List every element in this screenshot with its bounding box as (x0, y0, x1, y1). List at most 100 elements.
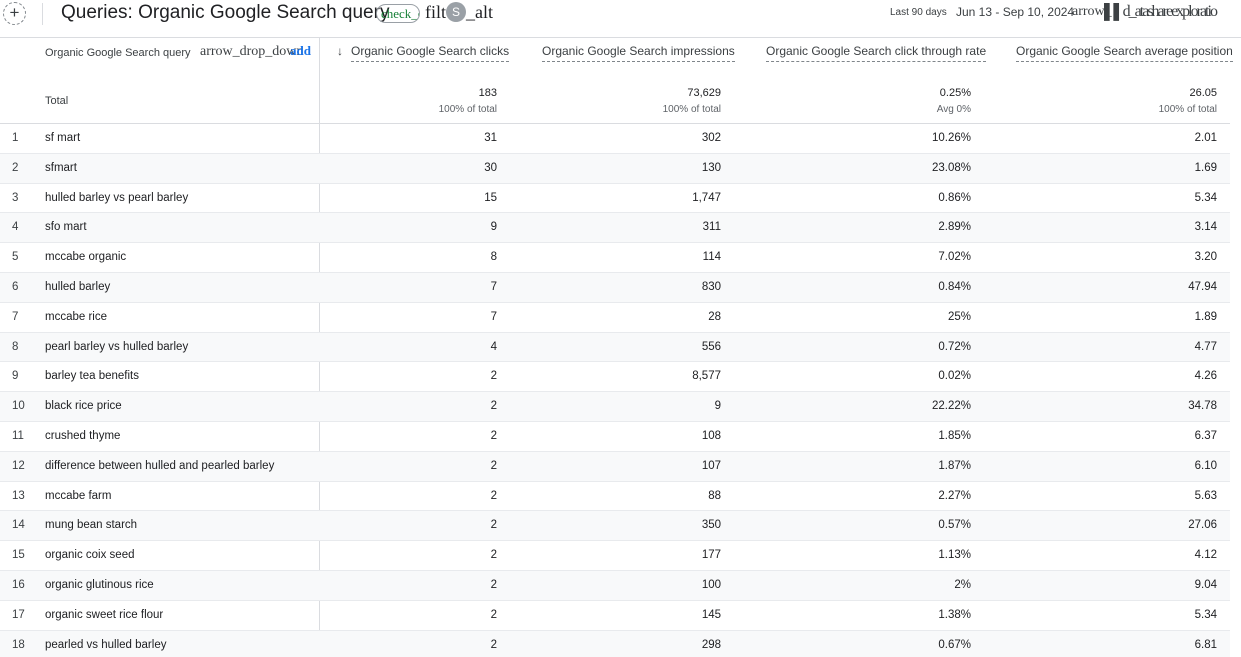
position-cell: 2.01 (1194, 132, 1217, 144)
position-cell: 4.77 (1194, 340, 1217, 353)
ctr-cell: 2.27% (938, 489, 971, 502)
position-cell: 3.20 (1194, 251, 1217, 264)
table-body: 1 sf mart 31 302 10.26% 2.01 2 sfmart 30 130 23.08… (0, 124, 1230, 657)
position-cell: 6.10 (1194, 459, 1217, 472)
impressions-cell: 830 (701, 280, 721, 293)
clicks-cell: 30 (484, 161, 497, 174)
ctr-cell: 10.26% (931, 132, 971, 144)
page-title: Queries: Organic Google Search query (61, 2, 390, 23)
impressions-cell: 108 (701, 429, 721, 442)
header-ctr[interactable]: Organic Google Search click through rate (766, 44, 987, 62)
clicks-cell: 2 (490, 549, 497, 562)
ctr-cell: 2.89% (938, 221, 971, 234)
ctr-cell: 22.22% (931, 400, 971, 413)
clicks-cell: 2 (490, 400, 497, 413)
row-index: 7 (12, 310, 19, 323)
row-index: 12 (12, 459, 25, 472)
row-index: 10 (12, 400, 25, 413)
filter-label-prefix[interactable]: filt (425, 2, 446, 23)
table-row[interactable]: 8 pearl barley vs hulled barley 4 556 0.72% 4… (0, 332, 1230, 363)
ctr-cell: 0.67% (938, 638, 971, 651)
clicks-cell: 2 (490, 578, 497, 591)
table-row[interactable]: 2 sfmart 30 130 23.08% 1.69 (0, 153, 1230, 184)
toolbar-icons[interactable]: ▌▌d_atashareexploratio (1104, 3, 1241, 21)
impressions-cell: 177 (701, 549, 721, 562)
query-cell: organic sweet rice flour (45, 608, 164, 621)
table-row[interactable]: 12 difference between hulled and pearled … (0, 451, 1230, 482)
clicks-cell: 15 (484, 191, 497, 204)
check-circle-icon[interactable]: check_circle (376, 4, 420, 23)
table-row[interactable]: 18 pearled vs hulled barley 2 298 0.67% 6.81 (0, 630, 1230, 657)
dimension-header[interactable]: Organic Google Search query (45, 47, 191, 59)
total-position-share: 100% of total (1158, 104, 1217, 115)
table-row[interactable]: 10 black rice price 2 9 22.22% 34.78 (0, 392, 1230, 422)
clicks-cell: 2 (490, 519, 497, 532)
ctr-cell: 0.02% (938, 370, 971, 383)
report-table: Organic Google Search query arrow_drop_d… (0, 38, 1233, 657)
position-cell: 5.63 (1194, 489, 1217, 502)
impressions-cell: 1,747 (692, 191, 721, 204)
table-row[interactable]: 9 barley tea benefits 2 8,577 0.02% 4.26 (0, 362, 1230, 393)
position-cell: 5.34 (1194, 608, 1217, 621)
query-cell: difference between hulled and pearled ba… (45, 459, 275, 472)
table-row[interactable]: 1 sf mart 31 302 10.26% 2.01 (0, 124, 1230, 154)
impressions-cell: 8,577 (692, 370, 721, 383)
ctr-cell: 2% (954, 578, 971, 591)
ctr-cell: 0.57% (938, 519, 971, 532)
clicks-cell: 8 (490, 251, 497, 264)
clicks-cell: 2 (490, 638, 497, 651)
table-row[interactable]: 16 organic glutinous rice 2 100 2% 9.04 (0, 570, 1230, 601)
table-row[interactable]: 7 mccabe rice 7 28 25% 1.89 (0, 303, 1230, 333)
impressions-cell: 88 (708, 489, 721, 502)
row-index: 15 (12, 549, 25, 562)
ctr-cell: 1.87% (938, 459, 971, 472)
row-index: 16 (12, 578, 25, 591)
impressions-cell: 302 (701, 132, 721, 144)
table-row[interactable]: 3 hulled barley vs pearl barley 15 1,747 0.8… (0, 184, 1230, 214)
query-cell: organic glutinous rice (45, 578, 154, 591)
table-row[interactable]: 6 hulled barley 7 830 0.84% 47.94 (0, 272, 1230, 303)
row-index: 6 (12, 280, 19, 293)
position-cell: 4.12 (1194, 549, 1217, 562)
table-row[interactable]: 15 organic coix seed 2 177 1.13% 4.12 (0, 541, 1230, 571)
ctr-cell: 7.02% (938, 251, 971, 264)
table-row[interactable]: 14 mung bean starch 2 350 0.57% 27.06 (0, 511, 1230, 542)
table-row[interactable]: 11 crushed thyme 2 108 1.85% 6.37 (0, 422, 1230, 452)
header-divider (42, 3, 43, 25)
add-dimension-icon[interactable]: add (290, 43, 311, 59)
header-impressions[interactable]: Organic Google Search impressions (542, 44, 735, 62)
total-ctr-avg: Avg 0% (936, 104, 971, 115)
row-index: 8 (12, 340, 19, 353)
table-row[interactable]: 4 sfo mart 9 311 2.89% 3.14 (0, 213, 1230, 244)
table-row[interactable]: 17 organic sweet rice flour 2 145 1.38% 5.34 (0, 601, 1230, 631)
sort-desc-icon[interactable]: ↓ (337, 44, 343, 58)
row-index: 13 (12, 489, 25, 502)
impressions-cell: 350 (701, 519, 721, 532)
date-range[interactable]: Jun 13 - Sep 10, 2024 (956, 5, 1074, 19)
date-preset-label[interactable]: Last 90 days (890, 7, 947, 18)
total-ctr: 0.25% (939, 87, 971, 99)
clicks-cell: 7 (490, 310, 497, 323)
header-position[interactable]: Organic Google Search average position (1016, 44, 1233, 62)
row-index: 18 (12, 638, 25, 651)
position-cell: 1.89 (1194, 310, 1217, 323)
table-row[interactable]: 5 mccabe organic 8 114 7.02% 3.20 (0, 243, 1230, 273)
position-cell: 1.69 (1194, 161, 1217, 174)
clicks-cell: 2 (490, 489, 497, 502)
query-cell: crushed thyme (45, 429, 121, 442)
add-icon[interactable]: + (3, 2, 26, 25)
query-cell: black rice price (45, 400, 122, 413)
position-cell: 3.14 (1194, 221, 1217, 234)
position-cell: 27.06 (1188, 519, 1217, 532)
impressions-cell: 311 (702, 221, 721, 234)
clicks-cell: 2 (490, 370, 497, 383)
row-index: 4 (12, 221, 19, 234)
position-cell: 34.78 (1188, 400, 1217, 413)
table-row[interactable]: 13 mccabe farm 2 88 2.27% 5.63 (0, 482, 1230, 512)
filter-label-suffix[interactable]: _alt (466, 2, 493, 23)
ctr-cell: 0.84% (938, 280, 971, 293)
header-clicks[interactable]: Organic Google Search clicks (351, 44, 510, 62)
filter-avatar[interactable]: S (446, 2, 466, 22)
ctr-cell: 23.08% (931, 161, 971, 174)
clicks-cell: 4 (490, 340, 497, 353)
